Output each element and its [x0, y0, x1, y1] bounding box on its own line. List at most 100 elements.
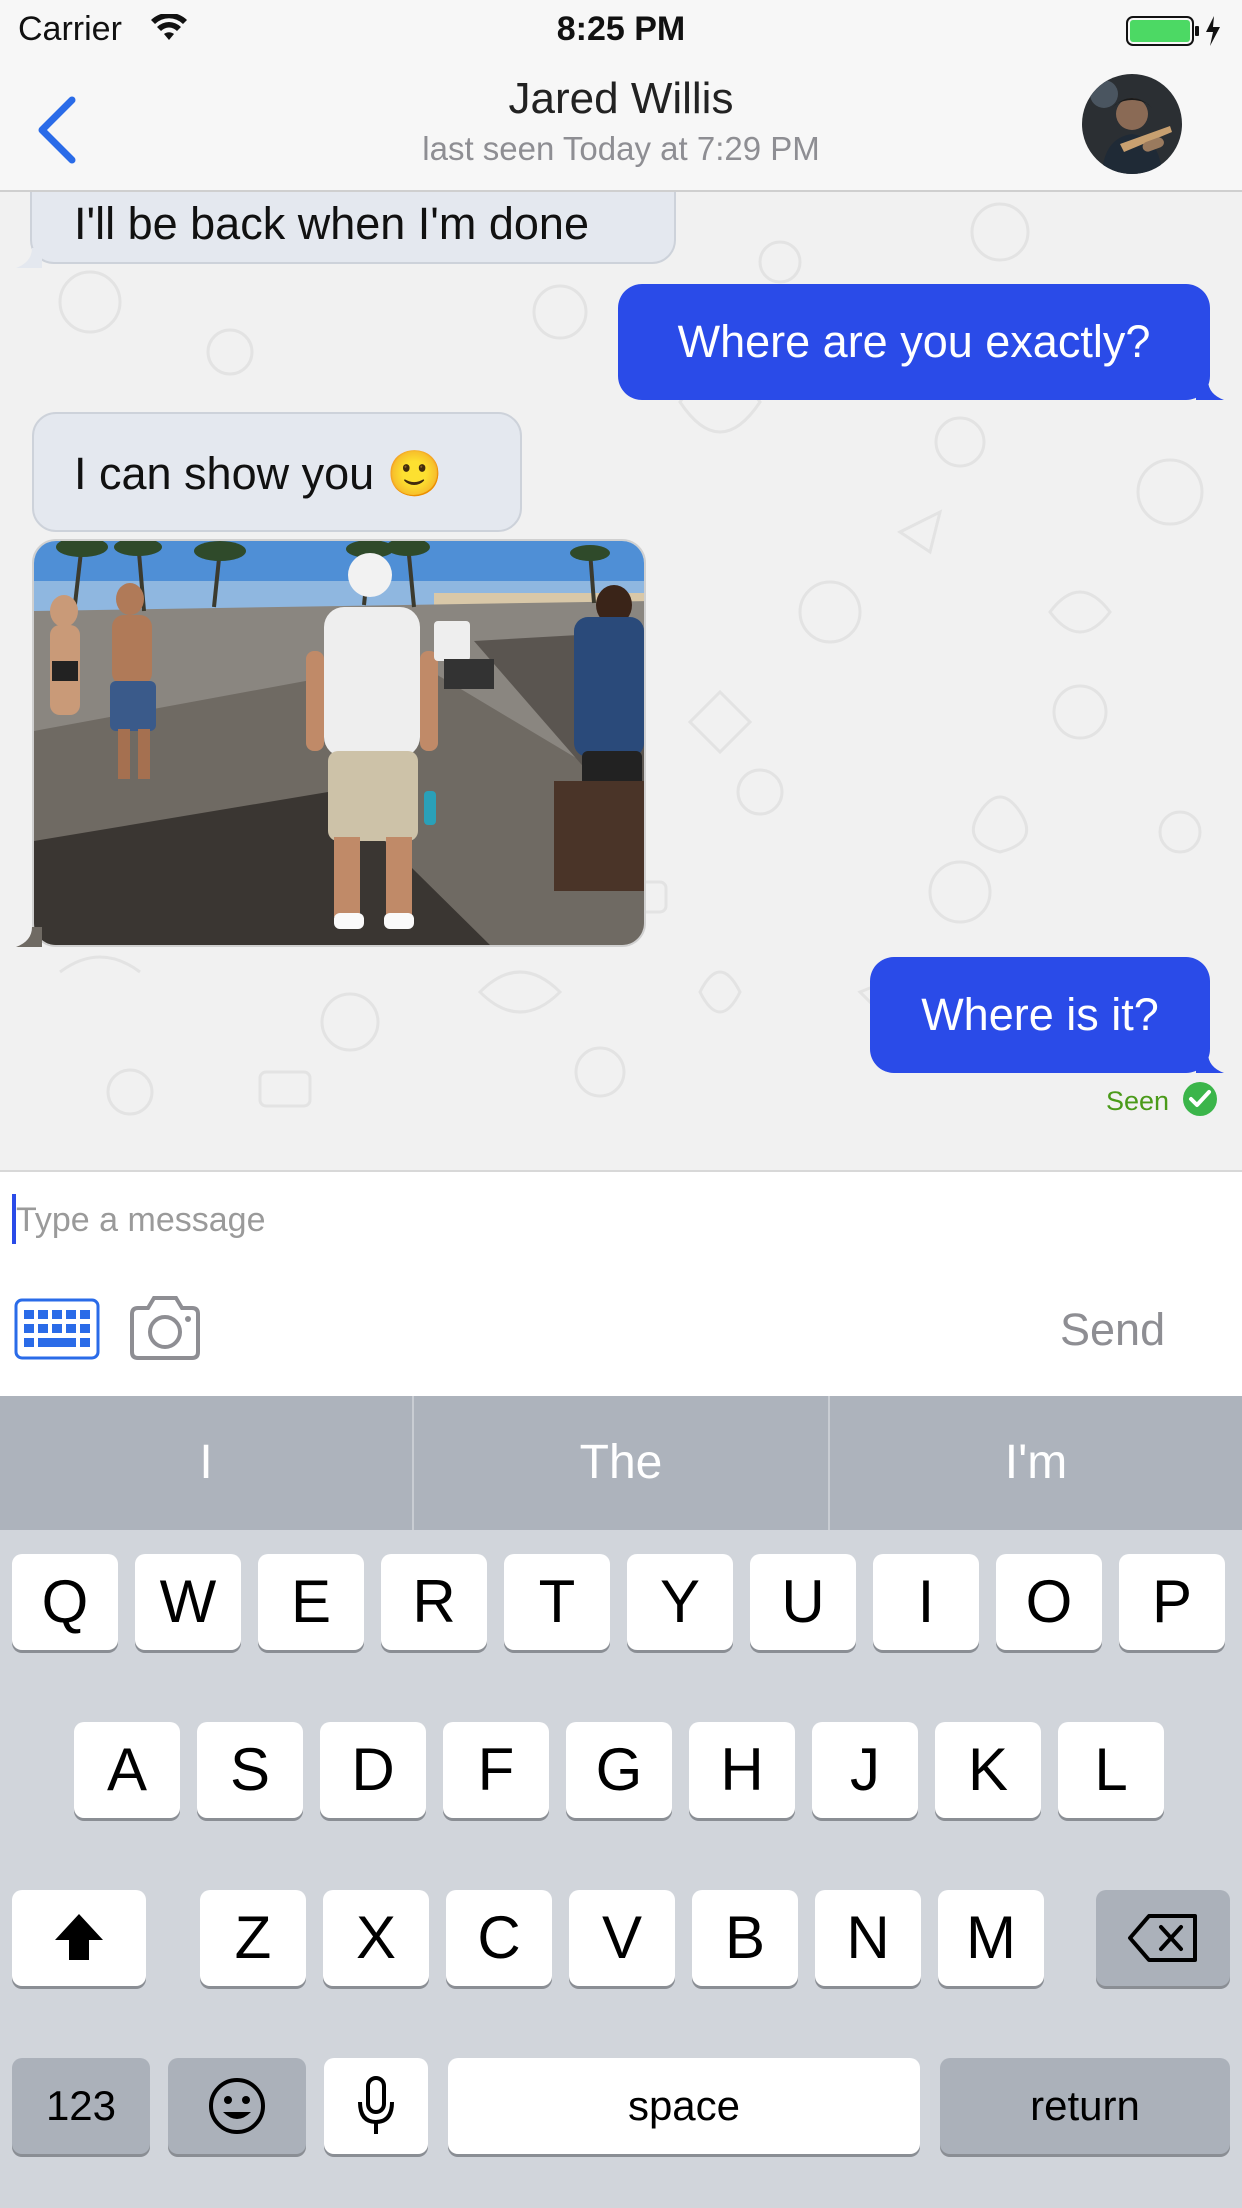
key[interactable]: Y: [627, 1554, 733, 1650]
key-label: T: [538, 1568, 576, 1635]
message-image[interactable]: [32, 539, 646, 947]
message-text: I can show you 🙂: [74, 448, 443, 499]
key[interactable]: A: [74, 1722, 180, 1818]
key-label: M: [966, 1904, 1016, 1971]
message-text: I'll be back when I'm done: [74, 198, 589, 249]
chat-header: Jared Willis last seen Today at 7:29 PM: [0, 60, 1242, 192]
shift-key[interactable]: [12, 1890, 146, 1986]
text-cursor: [12, 1194, 16, 1244]
shift-icon: [55, 1914, 103, 1960]
suggestion-item[interactable]: The: [414, 1396, 828, 1530]
seen-check-icon: [1183, 1082, 1217, 1116]
key-label: L: [1094, 1736, 1128, 1803]
key-label: S: [229, 1736, 271, 1803]
key[interactable]: K: [935, 1722, 1041, 1818]
suggestion-bar: I The I'm: [0, 1396, 1242, 1530]
send-button[interactable]: Send: [1060, 1304, 1165, 1356]
microphone-icon: [358, 2076, 394, 2134]
message-input[interactable]: [12, 1192, 1212, 1248]
key-label: Q: [41, 1568, 89, 1635]
key-label: O: [1025, 1568, 1073, 1635]
message-text: Where is it?: [921, 989, 1159, 1040]
key-label: V: [601, 1904, 643, 1971]
key[interactable]: I: [873, 1554, 979, 1650]
key-label: 123: [45, 2082, 117, 2129]
key-label: F: [477, 1736, 515, 1803]
key[interactable]: Z: [200, 1890, 306, 1986]
emoji-key[interactable]: [168, 2058, 306, 2154]
key[interactable]: X: [323, 1890, 429, 1986]
bubble-tail: [1196, 380, 1224, 400]
delete-key[interactable]: [1096, 1890, 1230, 1986]
key-label: J: [850, 1736, 880, 1803]
key-label: U: [781, 1568, 825, 1635]
key-label: space: [627, 2082, 741, 2129]
key-label: I: [917, 1568, 935, 1635]
key[interactable]: J: [812, 1722, 918, 1818]
key[interactable]: R: [381, 1554, 487, 1650]
key-label: A: [106, 1736, 148, 1803]
charging-bolt-icon: [1206, 16, 1220, 46]
key-label: R: [412, 1568, 456, 1635]
bubble-tail: [16, 248, 42, 268]
beach-boardwalk-photo: [34, 541, 644, 945]
key[interactable]: D: [320, 1722, 426, 1818]
key-label: return: [1030, 2082, 1140, 2129]
key-label: W: [159, 1568, 217, 1635]
key[interactable]: C: [446, 1890, 552, 1986]
dictation-key[interactable]: [324, 2058, 428, 2154]
message-bubble-outgoing[interactable]: Where are you exactly?: [618, 284, 1210, 400]
key[interactable]: M: [938, 1890, 1044, 1986]
key-label: C: [477, 1904, 521, 1971]
message-bubble-outgoing[interactable]: Where is it?: [870, 957, 1210, 1073]
last-seen-status: last seen Today at 7:29 PM: [422, 130, 820, 167]
key[interactable]: W: [135, 1554, 241, 1650]
suggestion-item[interactable]: I'm: [830, 1396, 1242, 1530]
seen-status: Seen: [1106, 1086, 1170, 1116]
status-time: 8:25 PM: [556, 10, 686, 48]
key-label: N: [846, 1904, 890, 1971]
key-label: Y: [659, 1568, 701, 1635]
key[interactable]: V: [569, 1890, 675, 1986]
key[interactable]: S: [197, 1722, 303, 1818]
key-label: E: [290, 1568, 332, 1635]
camera-button[interactable]: [128, 1292, 202, 1362]
contact-avatar-photo: [1082, 74, 1182, 174]
key-label: H: [720, 1736, 764, 1803]
key[interactable]: N: [815, 1890, 921, 1986]
key[interactable]: T: [504, 1554, 610, 1650]
key[interactable]: B: [692, 1890, 798, 1986]
key[interactable]: H: [689, 1722, 795, 1818]
key-label: P: [1151, 1568, 1193, 1635]
suggestion-item[interactable]: I: [0, 1396, 412, 1530]
key-label: B: [724, 1904, 766, 1971]
key[interactable]: P: [1119, 1554, 1225, 1650]
key[interactable]: Q: [12, 1554, 118, 1650]
composer: Send: [0, 1170, 1242, 1396]
status-bar: Carrier 8:25 PM: [0, 0, 1242, 60]
keyboard: I The I'm Q W E R T Y U I O P A S D F G H J K L Z X C V B N M 123 s…: [0, 1396, 1242, 2208]
key[interactable]: F: [443, 1722, 549, 1818]
key[interactable]: L: [1058, 1722, 1164, 1818]
key[interactable]: G: [566, 1722, 672, 1818]
keyboard-icon: [14, 1298, 100, 1360]
numbers-key[interactable]: 123: [12, 2058, 150, 2154]
message-bubble-incoming[interactable]: I can show you 🙂: [32, 412, 522, 532]
key[interactable]: U: [750, 1554, 856, 1650]
delete-icon: [1128, 1914, 1197, 1962]
bubble-tail: [1196, 1053, 1224, 1073]
message-list[interactable]: I'll be back when I'm done Where are you…: [0, 192, 1242, 1170]
battery-icon: [1126, 16, 1220, 46]
key-label: D: [351, 1736, 395, 1803]
avatar[interactable]: [1082, 74, 1182, 174]
message-bubble-incoming[interactable]: I'll be back when I'm done: [30, 192, 676, 264]
key[interactable]: E: [258, 1554, 364, 1650]
key-label: G: [595, 1736, 643, 1803]
space-key[interactable]: space: [448, 2058, 920, 2154]
contact-name[interactable]: Jared Willis: [0, 74, 1242, 124]
key-label: K: [967, 1736, 1009, 1803]
return-key[interactable]: return: [940, 2058, 1230, 2154]
key[interactable]: O: [996, 1554, 1102, 1650]
keyboard-toggle-button[interactable]: [14, 1298, 100, 1360]
message-text: Where are you exactly?: [677, 316, 1151, 367]
